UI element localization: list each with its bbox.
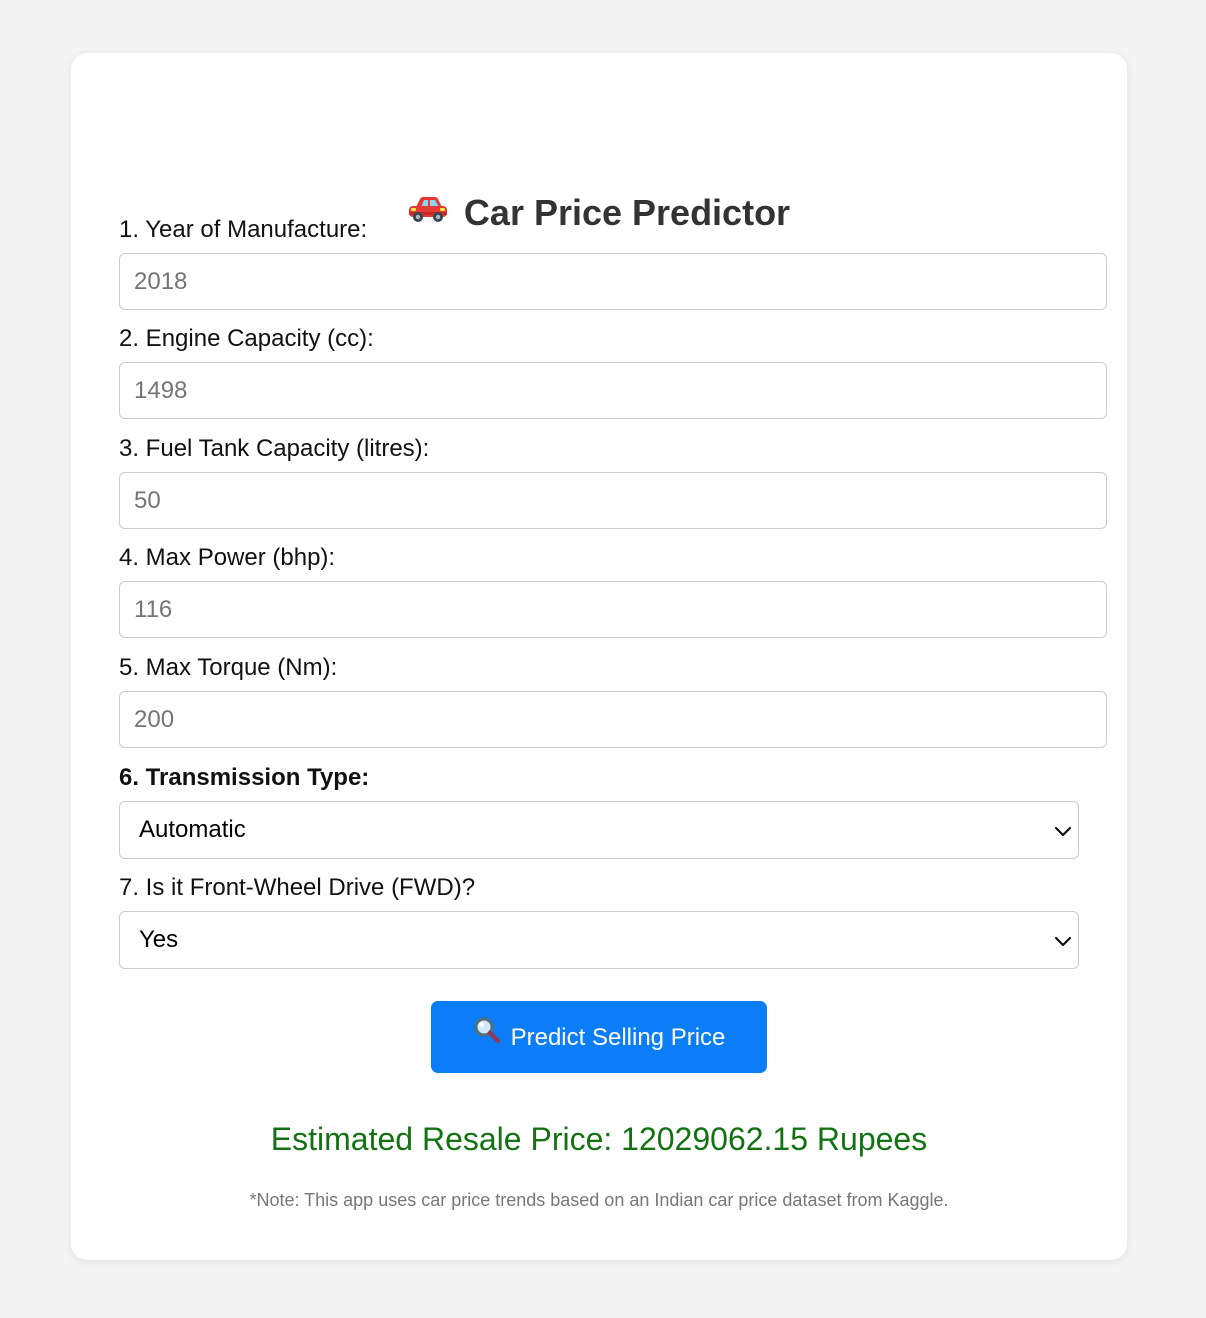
predict-button-label: Predict Selling Price bbox=[510, 1024, 726, 1051]
fuel-tank-input[interactable] bbox=[119, 472, 1107, 529]
magnifier-icon bbox=[473, 1001, 501, 1073]
year-label: 1. Year of Manufacture: bbox=[119, 216, 368, 243]
fwd-selected-value: Yes bbox=[139, 926, 179, 953]
engine-capacity-input[interactable] bbox=[119, 362, 1107, 419]
year-input[interactable] bbox=[119, 253, 1107, 310]
page-title-text: Car Price Predictor bbox=[463, 192, 791, 233]
max-torque-input[interactable] bbox=[119, 691, 1107, 748]
max-power-input[interactable] bbox=[119, 581, 1107, 638]
max-torque-label: 5. Max Torque (Nm): bbox=[119, 654, 338, 681]
predict-button[interactable]: Predict Selling Price bbox=[431, 1001, 767, 1073]
transmission-label: 6. Transmission Type: bbox=[119, 764, 370, 791]
max-power-label: 4. Max Power (bhp): bbox=[119, 544, 336, 571]
fuel-tank-label: 3. Fuel Tank Capacity (litres): bbox=[119, 435, 430, 462]
chevron-down-icon bbox=[1053, 931, 1073, 951]
fwd-label: 7. Is it Front-Wheel Drive (FWD)? bbox=[119, 874, 476, 901]
transmission-select[interactable]: Automatic bbox=[119, 801, 1079, 859]
predictor-card: Car Price Predictor 1. Year of Manufactu… bbox=[71, 53, 1127, 1260]
transmission-selected-value: Automatic bbox=[139, 816, 246, 843]
estimated-price-result: Estimated Resale Price: 12029062.15 Rupe… bbox=[270, 1121, 928, 1157]
engine-capacity-label: 2. Engine Capacity (cc): bbox=[119, 325, 374, 352]
chevron-down-icon bbox=[1053, 821, 1073, 841]
fwd-select[interactable]: Yes bbox=[119, 911, 1079, 969]
dataset-note: *Note: This app uses car price trends ba… bbox=[249, 1190, 949, 1210]
car-icon bbox=[408, 190, 448, 234]
